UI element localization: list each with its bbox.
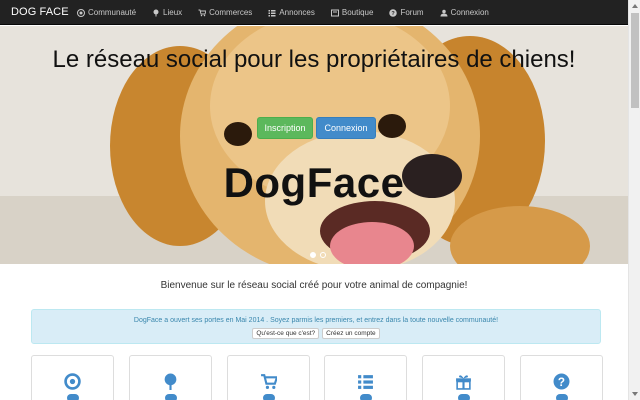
nav-item-label: Forum (400, 8, 424, 17)
question-icon: ? (553, 373, 570, 390)
card-commerces[interactable] (226, 355, 310, 400)
card-communaute[interactable] (31, 355, 114, 400)
nav-item-commerces[interactable]: Commerces (190, 0, 260, 25)
nav-menu: Communauté Lieux Commerces Annonces Bout… (69, 0, 497, 25)
feature-cards: ? (31, 355, 603, 400)
chevron-down-icon (632, 392, 638, 396)
info-alert: DogFace a ouvert ses portes en Mai 2014 … (31, 309, 601, 344)
create-account-button[interactable]: Créez un compte (322, 328, 380, 339)
alert-text: DogFace a ouvert ses portes en Mai 2014 … (133, 317, 499, 324)
carousel-indicators (310, 252, 326, 258)
scroll-thumb[interactable] (631, 13, 639, 108)
hero-carousel: Le réseau social pour les propriétaires … (0, 26, 628, 264)
shop-icon (330, 9, 339, 16)
card-badge (555, 394, 568, 400)
target-icon (77, 8, 85, 17)
dogface-logo: DogFace (223, 159, 405, 206)
cart-icon (260, 374, 277, 389)
signup-button[interactable]: Inscription (257, 117, 313, 139)
card-badge (458, 394, 471, 400)
what-is-it-button[interactable]: Qu'est-ce que c'est? (252, 328, 320, 339)
scroll-up-arrow[interactable] (629, 0, 640, 12)
nav-item-lieux[interactable]: Lieux (144, 0, 190, 25)
nav-item-forum[interactable]: ? Forum (381, 0, 431, 25)
svg-text:?: ? (558, 376, 565, 389)
user-icon (440, 9, 448, 16)
hero-title: Le réseau social pour les propriétaires … (52, 46, 576, 73)
card-badge (164, 394, 177, 400)
nav-item-label: Connexion (450, 8, 489, 17)
page-scrollbar[interactable] (628, 0, 640, 400)
card-annonces[interactable] (324, 355, 408, 400)
nav-item-label: Boutique (341, 8, 374, 17)
nav-item-label: Communauté (88, 8, 137, 17)
nav-item-annonces[interactable]: Annonces (260, 0, 323, 25)
carousel-indicator-1[interactable] (310, 252, 316, 258)
nav-item-communaute[interactable]: Communauté (69, 0, 144, 25)
tree-icon (153, 9, 159, 16)
card-lieux[interactable] (128, 355, 212, 400)
gift-icon (456, 375, 472, 390)
alert-buttons: Qu'est-ce que c'est? Créez un compte (32, 328, 600, 339)
nav-item-label: Lieux (163, 8, 183, 17)
list-icon (358, 375, 374, 389)
question-icon: ? (389, 8, 398, 17)
navbar: DOG FACE Communauté Lieux Commerces Anno… (0, 0, 628, 25)
card-boutique[interactable] (422, 355, 506, 400)
brand-link[interactable]: DOG FACE (11, 6, 69, 18)
tree-icon (164, 373, 177, 390)
list-icon (268, 9, 276, 16)
card-forum[interactable]: ? (519, 355, 603, 400)
cart-icon (198, 9, 207, 16)
carousel-indicator-2[interactable] (320, 252, 326, 258)
nav-item-connexion[interactable]: Connexion (432, 0, 497, 25)
card-badge (67, 394, 79, 400)
card-badge (360, 394, 373, 400)
welcome-text: Bienvenue sur le réseau social créé pour… (160, 280, 468, 291)
nav-item-boutique[interactable]: Boutique (323, 0, 382, 25)
nav-item-label: Annonces (279, 8, 315, 17)
card-badge (262, 394, 275, 400)
scroll-down-arrow[interactable] (629, 388, 640, 400)
chevron-up-icon (632, 4, 638, 8)
target-icon (64, 373, 81, 390)
login-button[interactable]: Connexion (316, 117, 376, 139)
nav-item-label: Commerces (209, 8, 253, 17)
